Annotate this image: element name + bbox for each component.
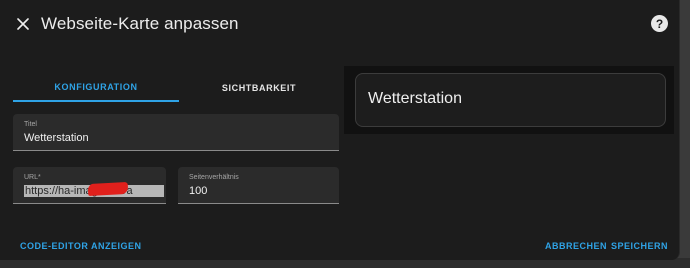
save-button[interactable]: SPEICHERN <box>611 241 668 251</box>
dialog-header: Webseite-Karte anpassen ? <box>0 0 679 50</box>
title-field-label: Titel <box>24 121 37 128</box>
title-field[interactable]: Titel Wetterstation <box>13 114 339 151</box>
dialog-title: Webseite-Karte anpassen <box>41 14 239 33</box>
editor-tabs: KONFIGURATION SICHTBARKEIT <box>13 74 339 102</box>
close-icon <box>17 18 29 30</box>
aspect-ratio-label: Seitenverhältnis <box>189 174 239 181</box>
url-field-label: URL* <box>24 174 41 181</box>
show-code-editor-button[interactable]: CODE-EDITOR ANZEIGEN <box>20 241 142 251</box>
preview-card: Wetterstation <box>355 73 666 127</box>
tab-visibility[interactable]: SICHTBARKEIT <box>179 74 339 102</box>
cancel-button[interactable]: ABBRECHEN <box>545 241 607 251</box>
url-field[interactable]: URL* https://ha-imag...win/a <box>13 167 166 204</box>
aspect-ratio-value: 100 <box>189 185 208 197</box>
title-field-value: Wetterstation <box>24 132 89 144</box>
preview-card-title: Wetterstation <box>368 90 462 107</box>
help-icon[interactable]: ? <box>651 15 668 32</box>
redaction-mark <box>87 181 129 197</box>
tab-configuration[interactable]: KONFIGURATION <box>13 74 179 102</box>
close-button[interactable] <box>13 14 33 34</box>
edit-card-dialog: Webseite-Karte anpassen ? KONFIGURATION … <box>0 0 680 260</box>
aspect-ratio-field[interactable]: Seitenverhältnis 100 <box>178 167 339 204</box>
